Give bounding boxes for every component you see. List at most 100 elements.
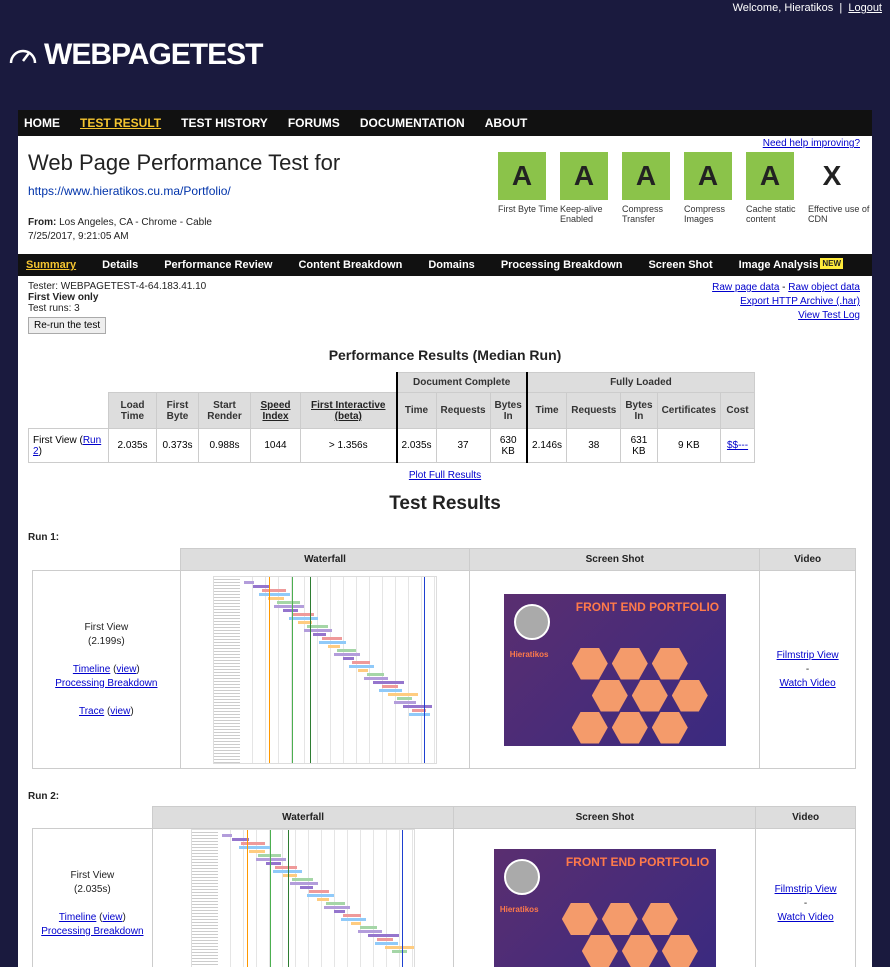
waterfall-bar bbox=[382, 684, 399, 688]
hex-tile bbox=[571, 647, 608, 680]
run-2-screenshot-image[interactable]: FRONT END PORTFOLIO Hieratikos bbox=[493, 849, 716, 967]
portfolio-title: FRONT END PORTFOLIO bbox=[575, 599, 720, 614]
waterfall-bar bbox=[394, 700, 417, 704]
run-1-waterfall-image[interactable] bbox=[213, 575, 438, 764]
rerun-button[interactable]: Re-run the test bbox=[28, 317, 107, 334]
subnav-content-breakdown[interactable]: Content Breakdown bbox=[298, 259, 420, 271]
subnav-image-analysis[interactable]: Image Analysis NEW bbox=[739, 258, 861, 271]
content-panel: Need help improving? Web Page Performanc… bbox=[18, 136, 872, 967]
waterfall-bar bbox=[274, 604, 305, 608]
grade-card-effective-use-of-cdn[interactable]: X Effective use of CDN bbox=[808, 152, 870, 224]
perf-value-requests: 38 bbox=[566, 428, 622, 463]
grade-label: Effective use of CDN bbox=[808, 204, 870, 224]
welcome-bar: Welcome, Hieratikos | Logout bbox=[733, 2, 882, 14]
perf-value-bytes-in: 630 KB bbox=[489, 428, 528, 463]
grade-label: Compress Images bbox=[684, 204, 726, 224]
run-1-filmstrip-link[interactable]: Filmstrip View bbox=[777, 650, 839, 661]
run-2-label: Run 2: bbox=[28, 791, 60, 802]
hex-tile bbox=[661, 935, 698, 967]
perf-value-start-render: 0.988s bbox=[198, 428, 251, 463]
tested-url-link[interactable]: https://www.hieratikos.cu.ma/Portfolio/ bbox=[28, 184, 231, 198]
raw-object-data-link[interactable]: Raw object data bbox=[788, 282, 860, 293]
nav-forums[interactable]: FORUMS bbox=[288, 116, 356, 130]
subnav-summary[interactable]: Summary bbox=[26, 259, 94, 271]
waterfall-bar bbox=[322, 636, 343, 640]
run-1-screenshot-image[interactable]: FRONT END PORTFOLIO Hieratikos bbox=[503, 593, 726, 746]
grade-card-first-byte-time[interactable]: A First Byte Time bbox=[498, 152, 560, 224]
waterfall-bar bbox=[375, 942, 399, 945]
run-1-trace-link[interactable]: Trace bbox=[79, 706, 104, 717]
perf-header-first-interactive-beta[interactable]: First Interactive (beta) bbox=[300, 392, 397, 429]
nav-test-result[interactable]: TEST RESULT bbox=[80, 116, 177, 130]
waterfall-bar bbox=[282, 874, 297, 877]
perf-value-first-byte: 0.373s bbox=[156, 428, 199, 463]
waterfall-bar bbox=[352, 660, 371, 664]
waterfall-bar bbox=[324, 906, 351, 909]
grade-card-compress-images[interactable]: A Compress Images bbox=[684, 152, 746, 224]
run-1-timeline-view-link[interactable]: view bbox=[116, 664, 136, 675]
run-2-timeline-link[interactable]: Timeline bbox=[59, 912, 96, 923]
perf-header-requests: Requests bbox=[566, 392, 622, 429]
fully-loaded-header: Fully Loaded bbox=[525, 372, 756, 393]
portfolio-title: FRONT END PORTFOLIO bbox=[565, 855, 710, 869]
waterfall-labels bbox=[192, 830, 219, 967]
nav-home[interactable]: HOME bbox=[24, 116, 76, 130]
grade-label: Compress Transfer bbox=[622, 204, 664, 224]
grade-card-compress-transfer[interactable]: A Compress Transfer bbox=[622, 152, 684, 224]
run-2-waterfall-image[interactable] bbox=[191, 829, 416, 967]
hex-tile bbox=[671, 679, 708, 712]
subnav-domains[interactable]: Domains bbox=[428, 259, 492, 271]
logo[interactable]: WEBPAGETEST bbox=[8, 38, 263, 72]
nav-documentation[interactable]: DOCUMENTATION bbox=[360, 116, 481, 130]
subnav-details[interactable]: Details bbox=[102, 259, 156, 271]
waterfall-bar bbox=[367, 672, 385, 676]
run-2-video-cell: Filmstrip View - Watch Video bbox=[755, 828, 856, 967]
waterfall-bar bbox=[304, 628, 333, 632]
run-1-trace-view-link[interactable]: view bbox=[110, 706, 130, 717]
nav-about[interactable]: ABOUT bbox=[485, 116, 544, 130]
grade-letter: X bbox=[822, 160, 842, 191]
run-1-video-header: Video bbox=[759, 548, 856, 571]
subnav-processing-breakdown[interactable]: Processing Breakdown bbox=[501, 259, 641, 271]
waterfall-labels bbox=[214, 576, 241, 763]
run-2-timeline-view-link[interactable]: view bbox=[102, 912, 122, 923]
grade-letter: A bbox=[746, 152, 794, 200]
help-improving-link[interactable]: Need help improving? bbox=[763, 138, 860, 149]
cost-link[interactable]: $$--- bbox=[727, 440, 748, 451]
waterfall-marker-line bbox=[288, 830, 290, 967]
subnav-label: Domains bbox=[428, 259, 475, 271]
plot-full-results-link[interactable]: Plot Full Results bbox=[18, 470, 872, 481]
run-1-waterfall-header: Waterfall bbox=[179, 548, 471, 571]
raw-dash: - bbox=[779, 282, 789, 293]
grade-letter: A bbox=[622, 152, 670, 200]
grade-card-cache-static-content[interactable]: A Cache static content bbox=[746, 152, 808, 224]
waterfall-bar bbox=[313, 632, 327, 636]
subnav-screen-shot[interactable]: Screen Shot bbox=[648, 259, 730, 271]
main-nav: HOME TEST RESULT TEST HISTORY FORUMS DOCUMEN… bbox=[18, 110, 872, 136]
waterfall-bar bbox=[328, 644, 341, 648]
run-2-filmstrip-link[interactable]: Filmstrip View bbox=[775, 884, 837, 895]
view-test-log-link[interactable]: View Test Log bbox=[798, 310, 860, 321]
test-location: From: Los Angeles, CA - Chrome - Cable bbox=[28, 217, 212, 228]
row-label-close: ) bbox=[38, 445, 42, 457]
subnav-performance-review[interactable]: Performance Review bbox=[164, 259, 290, 271]
perf-header-link[interactable]: First Interactive (beta) bbox=[311, 400, 385, 422]
nav-test-history[interactable]: TEST HISTORY bbox=[181, 116, 284, 130]
perf-blank-header bbox=[28, 372, 397, 393]
perf-header-link[interactable]: Speed Index bbox=[260, 400, 290, 422]
perf-value-cost[interactable]: $$--- bbox=[720, 428, 756, 463]
grade-card-keep-alive-enabled[interactable]: A Keep-alive Enabled bbox=[560, 152, 622, 224]
waterfall-bar bbox=[253, 584, 271, 588]
hex-tile bbox=[561, 903, 598, 935]
test-runs: Test runs: 3 bbox=[28, 303, 80, 314]
run-2-processing-link[interactable]: Processing Breakdown bbox=[41, 926, 143, 937]
run-1-watch-video-link[interactable]: Watch Video bbox=[780, 678, 836, 689]
export-har-link[interactable]: Export HTTP Archive (.har) bbox=[740, 296, 860, 307]
run-2-watch-video-link[interactable]: Watch Video bbox=[778, 912, 834, 923]
run-1-timeline-link[interactable]: Timeline bbox=[73, 664, 110, 675]
perf-header-speed-index[interactable]: Speed Index bbox=[250, 392, 301, 429]
logout-link[interactable]: Logout bbox=[848, 2, 882, 14]
raw-page-data-link[interactable]: Raw page data bbox=[712, 282, 779, 293]
welcome-text: Welcome, Hieratikos bbox=[732, 2, 834, 14]
run-1-processing-link[interactable]: Processing Breakdown bbox=[55, 678, 157, 689]
